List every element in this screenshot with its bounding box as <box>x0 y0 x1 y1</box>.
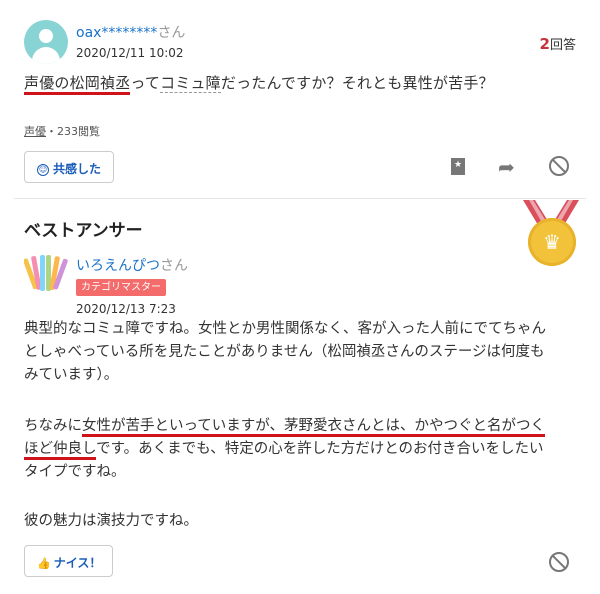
nice-button[interactable]: 👍 ナイス！ <box>24 545 113 577</box>
answer-text: です。あくまでも、特定の心を許した方だけとのお付き合いをしたい <box>96 441 544 457</box>
question-text-part2: って <box>130 74 161 92</box>
medal-icon: ♛ <box>528 218 576 266</box>
question-date: 2020/12/11 10:02 <box>76 46 184 60</box>
questioner-username[interactable]: oax******** <box>76 25 157 41</box>
answer-count-label: 回答 <box>549 38 576 53</box>
answer-paragraph-1: 典型的なコミュ障ですね。女性とか男性関係なく、客が入った人前にでてちゃん としゃ… <box>24 318 584 387</box>
answer-paragraph-2: ちなみに女性が苦手といっていますが、茅野愛衣さんとは、かやつぐと名がつく ほど仲… <box>24 415 584 484</box>
smiley-icon: ☺ <box>37 163 49 176</box>
answer-line: 典型的なコミュ障ですね。女性とか男性関係なく、客が入った人前にでてちゃん <box>24 321 546 337</box>
questioner-suffix: さん <box>157 25 186 41</box>
question-meta: 声優・233閲覧 <box>24 123 100 139</box>
bookmark-icon[interactable]: ★ <box>451 158 465 175</box>
answer-line: としゃべっている所を見たことがありません（松岡禎丞さんのステージは何度も <box>24 344 545 360</box>
answer-line: ちなみに女性が苦手といっていますが、茅野愛衣さんとは、かやつぐと名がつく <box>24 415 584 438</box>
answer-highlight: 女性が苦手といっていますが、茅野愛衣さんとは、かやつぐと名がつく <box>82 418 545 437</box>
answer-line: タイプですね。 <box>24 464 126 480</box>
answerer-username[interactable]: いろえんぴつ <box>76 258 160 274</box>
empathy-label: 共感した <box>53 162 102 176</box>
answer-highlight: ほど仲良し <box>24 441 97 460</box>
share-icon[interactable]: ➦ <box>498 155 515 179</box>
answer-line: ほど仲良しです。あくまでも、特定の心を許した方だけとのお付き合いをしたい <box>24 438 584 461</box>
answer-line: みています）。 <box>24 367 119 383</box>
answerer-suffix: さん <box>160 258 188 274</box>
question-text: 声優の松岡禎丞ってコミュ障だったんですか？それとも異性が苦手？ <box>24 72 494 95</box>
answer-paragraph-3: 彼の魅力は演技力ですね。 <box>24 513 198 529</box>
question-text-part4: だったんですか？それとも異性が苦手？ <box>220 74 494 92</box>
block-icon[interactable] <box>549 552 569 572</box>
questioner-avatar-icon[interactable] <box>24 20 68 64</box>
block-icon[interactable] <box>549 156 569 176</box>
best-answer-title: ベストアンサー <box>24 221 143 241</box>
answerer-avatar-icon[interactable] <box>24 252 68 298</box>
divider <box>14 198 586 199</box>
answer-text: ちなみに <box>24 418 82 434</box>
question-text-highlight: 声優の松岡禎丞 <box>24 74 131 95</box>
questioner-name[interactable]: oax********さん <box>76 22 185 42</box>
thumbs-up-icon: 👍 <box>37 557 51 570</box>
view-count: ・233閲覧 <box>46 125 100 138</box>
category-master-badge: カテゴリマスター <box>76 279 166 296</box>
nice-label: ナイス！ <box>53 556 102 570</box>
answer-date: 2020/12/13 7:23 <box>76 302 176 316</box>
category-link[interactable]: 声優 <box>24 125 46 138</box>
answer-count-number: 2 <box>539 35 550 53</box>
empathy-button[interactable]: ☺ 共感した <box>24 151 114 183</box>
answerer-name[interactable]: いろえんぴつさん <box>76 255 188 275</box>
answer-count: 2回答 <box>540 34 576 53</box>
question-text-keyword[interactable]: コミュ障 <box>160 74 221 93</box>
